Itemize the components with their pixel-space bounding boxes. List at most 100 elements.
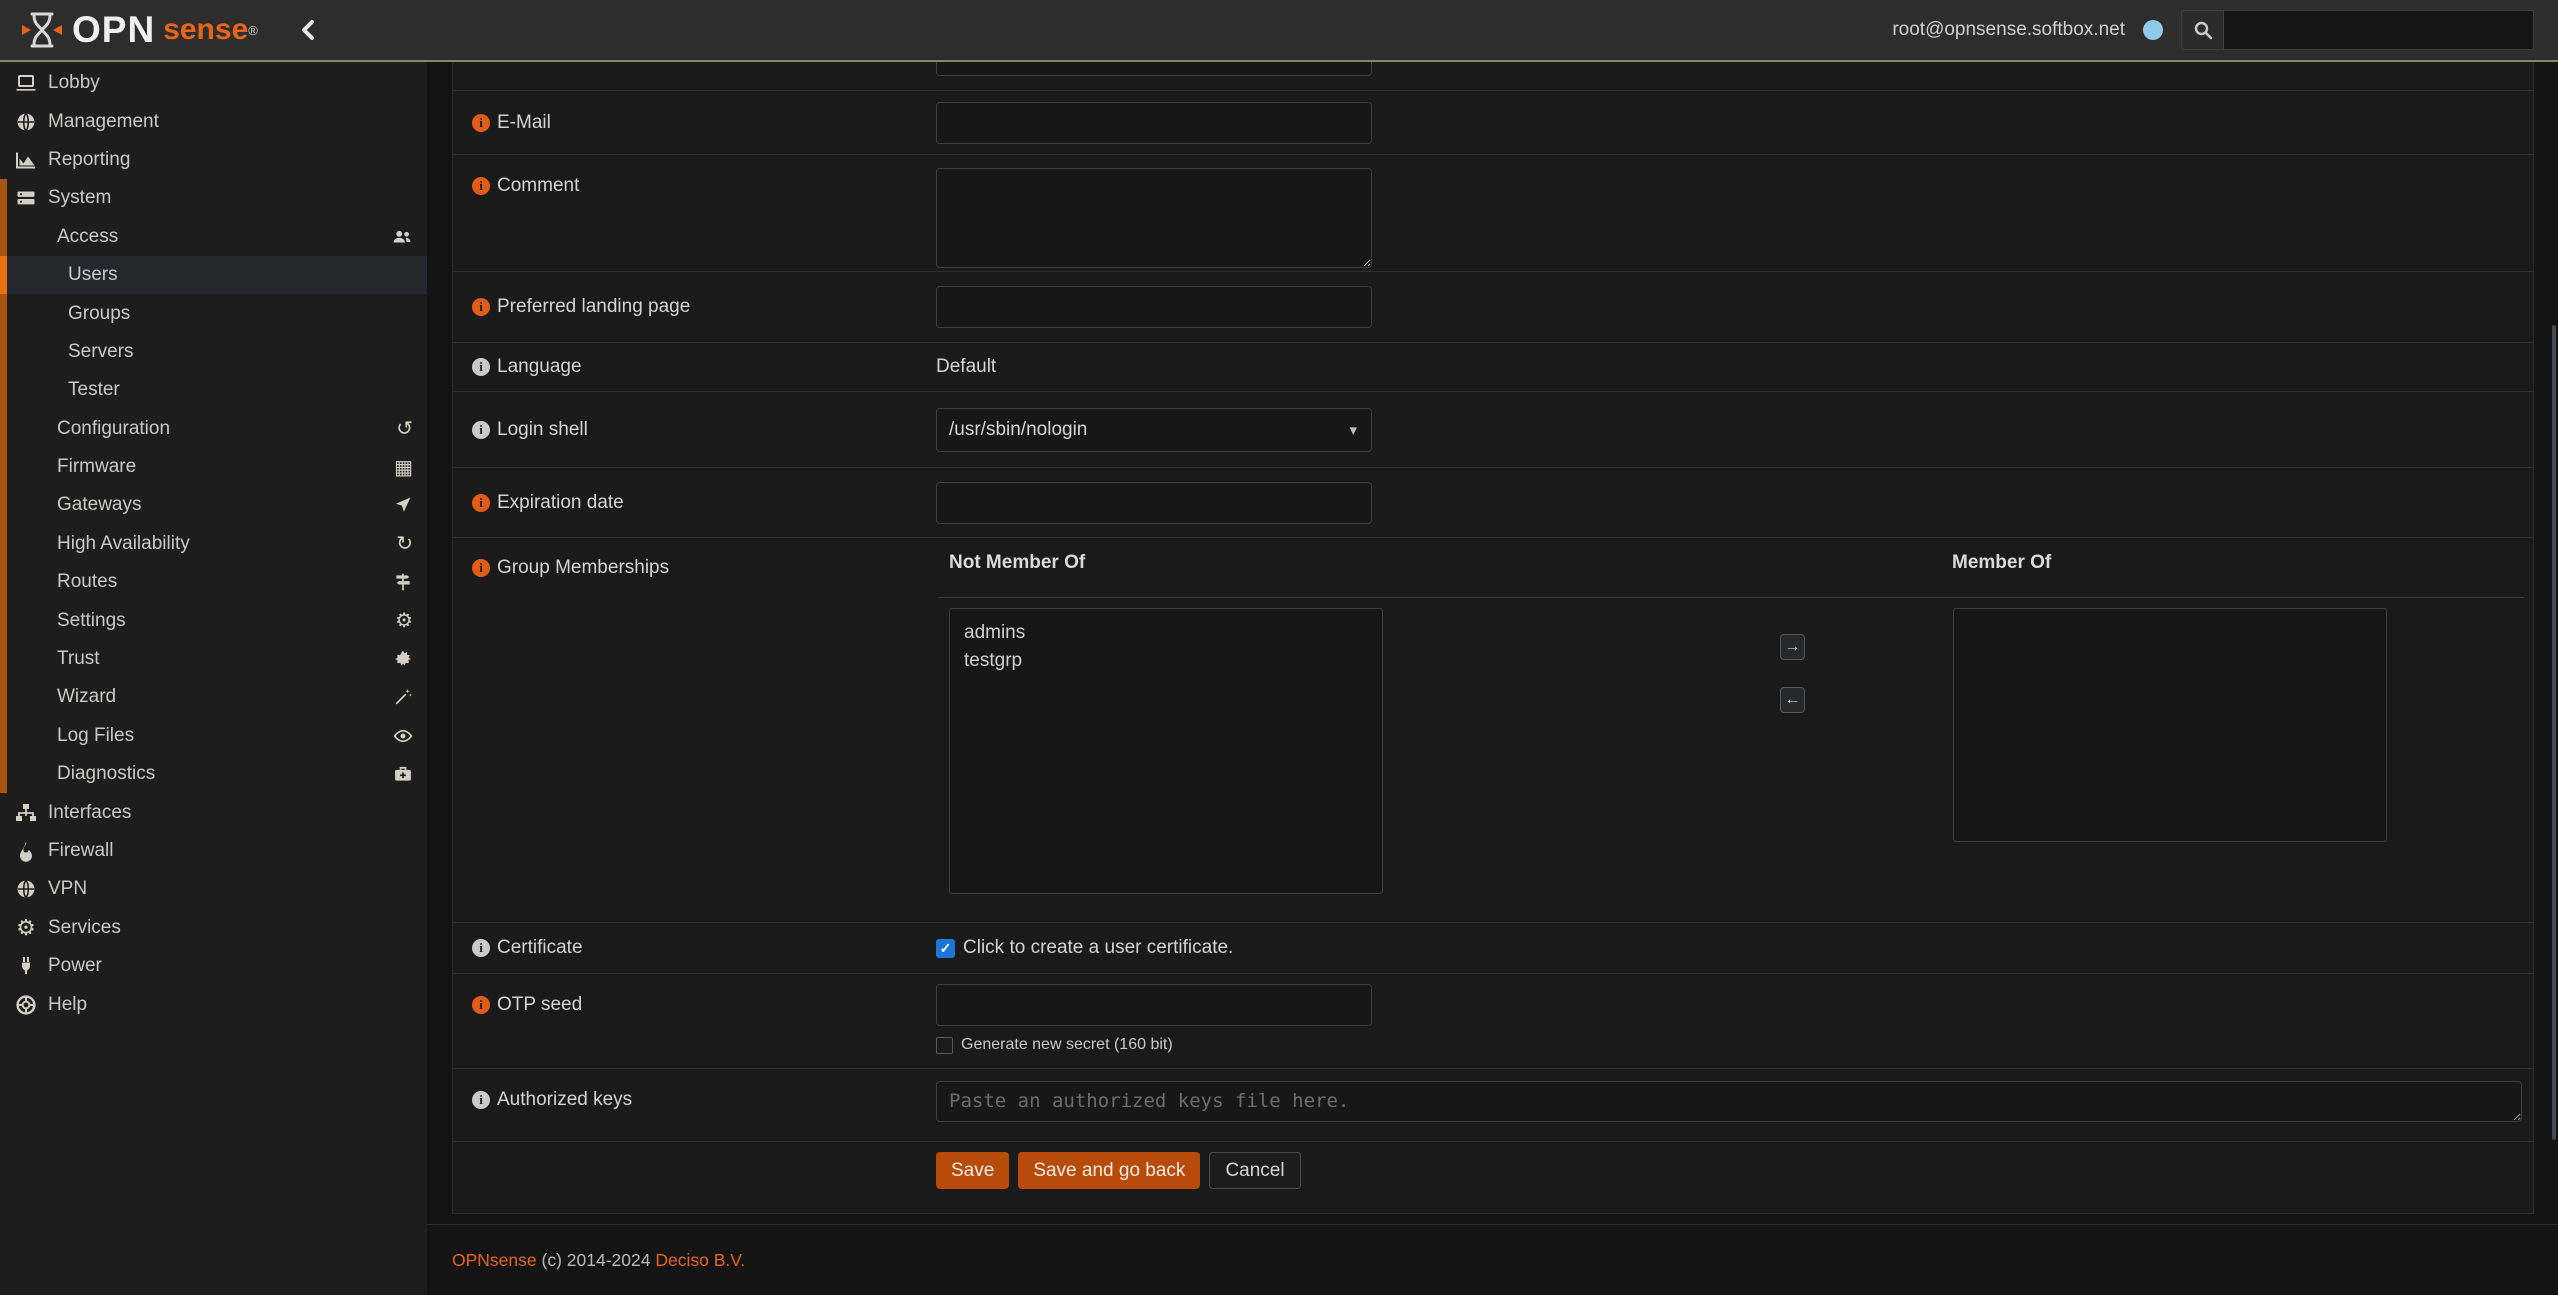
info-icon[interactable]: i (472, 177, 490, 195)
sidebar-item-trust[interactable]: Trust (0, 640, 427, 678)
not-member-of-listbox[interactable]: admins testgrp (949, 608, 1383, 894)
copyright-text: (c) 2014-2024 (542, 1250, 651, 1270)
generate-secret-checkbox[interactable] (936, 1037, 953, 1054)
sidebar-item-label: Management (48, 111, 159, 133)
sidebar-item-management[interactable]: Management (0, 102, 427, 140)
group-option[interactable]: admins (950, 619, 1382, 647)
certificate-checkbox-label: Click to create a user certificate. (963, 937, 1233, 959)
certificate-checkbox[interactable]: ✓ (936, 939, 955, 958)
scrollbar[interactable] (2552, 325, 2556, 1140)
info-icon[interactable]: i (472, 358, 490, 376)
sidebar-item-help[interactable]: Help (0, 985, 427, 1023)
search-box (2181, 10, 2534, 50)
form-row-login-shell: i Login shell /usr/sbin/nologin ▾ (453, 392, 2533, 468)
info-icon[interactable]: i (472, 298, 490, 316)
main-content: i E-Mail i Comment i Preferred landing p… (427, 62, 2558, 1295)
map-signs-icon (393, 572, 413, 592)
sidebar-item-diagnostics[interactable]: Diagnostics (0, 755, 427, 793)
opnsense-footer-link[interactable]: OPNsense (452, 1250, 537, 1270)
sidebar-item-label: Access (57, 226, 118, 248)
sidebar-item-label: Groups (68, 303, 130, 325)
info-icon[interactable]: i (472, 939, 490, 957)
sidebar-item-system[interactable]: System (0, 179, 427, 217)
sidebar-item-services[interactable]: ⚙ Services (0, 909, 427, 947)
status-dot-icon[interactable] (2143, 20, 2163, 40)
sidebar-item-label: Services (48, 917, 121, 939)
arrow-left-icon: ← (1785, 691, 1801, 709)
sidebar-item-label: Settings (57, 610, 126, 632)
sidebar-item-label: Firewall (48, 840, 113, 862)
sidebar-item-tester[interactable]: Tester (0, 371, 427, 409)
sidebar-item-high-availability[interactable]: High Availability ↻ (0, 525, 427, 563)
top-bar: OPNsense® root@opnsense.softbox.net (0, 0, 2558, 62)
search-icon[interactable] (2182, 11, 2224, 49)
info-icon[interactable]: i (472, 559, 490, 577)
search-input[interactable] (2224, 11, 2533, 49)
authorized-keys-field[interactable] (936, 1081, 2522, 1122)
collapse-sidebar-button[interactable] (300, 18, 316, 42)
sidebar-item-settings[interactable]: Settings ⚙ (0, 601, 427, 639)
info-icon[interactable]: i (472, 494, 490, 512)
save-and-go-back-button[interactable]: Save and go back (1018, 1152, 1200, 1189)
move-right-button[interactable]: → (1780, 634, 1805, 660)
form-row-buttons: Save Save and go back Cancel (453, 1142, 2533, 1214)
landing-page-field[interactable] (936, 286, 1372, 328)
field-label: Comment (497, 175, 579, 197)
info-icon[interactable]: i (472, 996, 490, 1014)
sidebar-item-label: VPN (48, 878, 87, 900)
hourglass-logo-icon (20, 8, 64, 52)
sidebar-item-configuration[interactable]: Configuration ↺ (0, 410, 427, 448)
sidebar-item-users[interactable]: Users (0, 256, 427, 294)
sidebar-item-log-files[interactable]: Log Files (0, 717, 427, 755)
sidebar-item-servers[interactable]: Servers (0, 333, 427, 371)
login-shell-value: /usr/sbin/nologin (937, 419, 1349, 441)
sidebar-item-routes[interactable]: Routes (0, 563, 427, 601)
sidebar-item-firewall[interactable]: Firewall (0, 832, 427, 870)
cutoff-input[interactable] (936, 62, 1372, 76)
login-shell-select[interactable]: /usr/sbin/nologin ▾ (936, 408, 1372, 452)
info-icon[interactable]: i (472, 1091, 490, 1109)
otp-seed-field[interactable] (936, 984, 1372, 1026)
sidebar-item-access[interactable]: Access (0, 218, 427, 256)
registered-mark: ® (248, 23, 258, 38)
form-row-email: i E-Mail (453, 91, 2533, 155)
sidebar-item-interfaces[interactable]: Interfaces (0, 793, 427, 831)
globe-icon (13, 110, 39, 134)
sidebar: Lobby Management Reporting System Access (0, 62, 427, 1295)
sidebar-item-gateways[interactable]: Gateways (0, 486, 427, 524)
form-row-otp-seed: i OTP seed Generate new secret (160 bit) (453, 974, 2533, 1069)
save-button[interactable]: Save (936, 1152, 1009, 1189)
logo-text-opn: OPN (72, 9, 155, 51)
refresh-icon: ↻ (396, 531, 413, 556)
sidebar-item-label: Wizard (57, 686, 116, 708)
expiration-date-field[interactable] (936, 482, 1372, 524)
info-icon[interactable]: i (472, 421, 490, 439)
sidebar-item-label: Users (68, 264, 118, 286)
email-field[interactable] (936, 102, 1372, 144)
info-icon[interactable]: i (472, 114, 490, 132)
sidebar-item-lobby[interactable]: Lobby (0, 64, 427, 102)
opnsense-logo[interactable]: OPNsense® (20, 8, 258, 52)
deciso-footer-link[interactable]: Deciso B.V. (655, 1250, 745, 1270)
cancel-button[interactable]: Cancel (1209, 1152, 1300, 1189)
move-left-button[interactable]: ← (1780, 687, 1805, 713)
sidebar-item-wizard[interactable]: Wizard (0, 678, 427, 716)
field-label: Certificate (497, 937, 583, 959)
footer-divider (427, 1224, 2558, 1225)
field-label: Language (497, 356, 582, 378)
form-row-group-memberships: i Group Memberships Not Member Of Member… (453, 538, 2533, 923)
sidebar-item-power[interactable]: Power (0, 947, 427, 985)
sidebar-item-vpn[interactable]: VPN (0, 870, 427, 908)
comment-field[interactable] (936, 168, 1372, 268)
member-of-listbox[interactable] (1953, 608, 2387, 842)
logged-in-user: root@opnsense.softbox.net (1892, 19, 2125, 41)
location-arrow-icon (393, 495, 413, 515)
field-label: OTP seed (497, 994, 582, 1016)
sidebar-item-reporting[interactable]: Reporting (0, 141, 427, 179)
field-label: Preferred landing page (497, 296, 690, 318)
group-option[interactable]: testgrp (950, 647, 1382, 675)
sidebar-item-firmware[interactable]: Firmware ▦ (0, 448, 427, 486)
sidebar-item-groups[interactable]: Groups (0, 294, 427, 332)
fire-icon (13, 839, 39, 863)
area-chart-icon (13, 148, 39, 172)
